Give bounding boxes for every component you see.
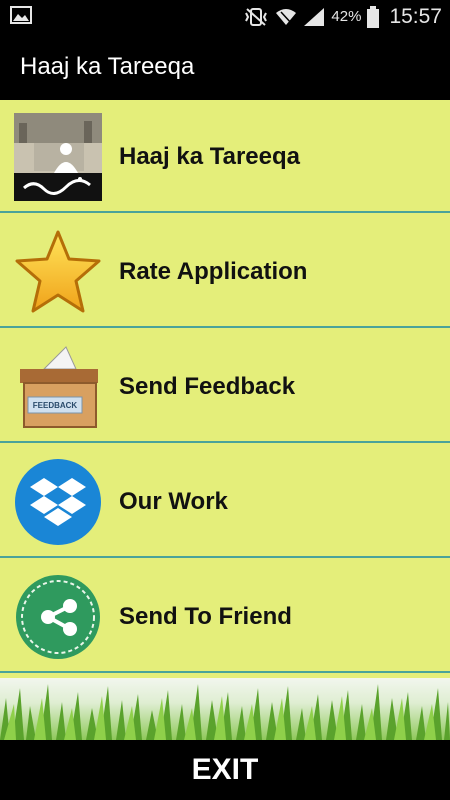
share-icon [16, 575, 100, 659]
menu-item-label: Send Feedback [119, 373, 296, 400]
battery-percent: 42% [331, 8, 362, 25]
feedback-box-icon: FEEDBACK [20, 346, 98, 428]
status-bar: 42% 15:57 [0, 0, 450, 33]
menu-item-send-to-friend[interactable]: Send To Friend [0, 560, 450, 673]
star-icon [15, 230, 101, 313]
exit-button[interactable]: EXIT [0, 740, 450, 800]
menu-item-send-feedback[interactable]: FEEDBACK Send Feedback [0, 330, 450, 443]
battery-icon [367, 5, 380, 28]
grass-banner [0, 678, 450, 740]
hajj-image-icon [14, 113, 102, 201]
menu-item-haaj-ka-tareeqa[interactable]: Haaj ka Tareeqa [0, 100, 450, 213]
svg-text:FEEDBACK: FEEDBACK [33, 401, 78, 410]
dropbox-icon [15, 459, 101, 545]
menu-item-label: Rate Application [119, 258, 308, 285]
action-bar: Haaj ka Tareeqa [0, 33, 450, 100]
signal-icon [304, 7, 325, 26]
clock-time: 15:57 [389, 4, 442, 28]
app-title: Haaj ka Tareeqa [20, 53, 195, 80]
menu-item-label: Our Work [119, 488, 228, 515]
exit-label: EXIT [191, 753, 259, 786]
menu-item-rate-application[interactable]: Rate Application [0, 215, 450, 328]
image-icon [10, 6, 32, 24]
menu-item-label: Haaj ka Tareeqa [119, 143, 300, 170]
menu-item-our-work[interactable]: Our Work [0, 445, 450, 558]
menu-item-label: Send To Friend [119, 603, 292, 630]
menu-list: Haaj ka Tareeqa Rate Application FEEDBAC… [0, 100, 450, 678]
wifi-icon [276, 8, 297, 25]
mute-vibrate-icon [245, 7, 268, 26]
grass-image [0, 684, 450, 740]
